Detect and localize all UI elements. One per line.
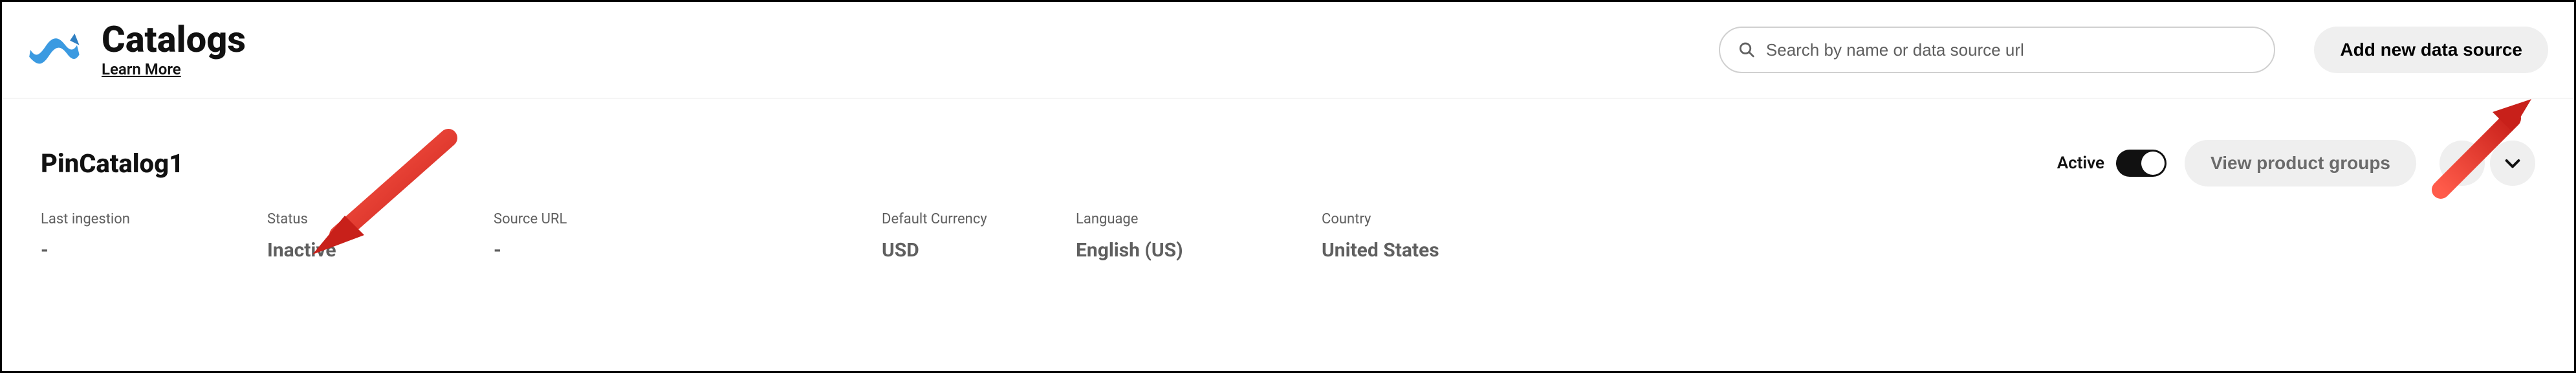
catalog-card: PinCatalog1 Active View product groups L… bbox=[25, 118, 2551, 281]
learn-more-link[interactable]: Learn More bbox=[102, 60, 246, 78]
field-label: Default Currency bbox=[882, 211, 1076, 227]
add-data-source-button[interactable]: Add new data source bbox=[2314, 27, 2548, 73]
search-input[interactable] bbox=[1766, 40, 2256, 60]
active-toggle-block: Active bbox=[2057, 150, 2167, 177]
pencil-icon bbox=[2452, 153, 2472, 174]
search-field[interactable] bbox=[1719, 27, 2275, 73]
active-label: Active bbox=[2057, 153, 2104, 173]
field-default-currency: Default Currency USD bbox=[882, 211, 1076, 262]
search-icon bbox=[1738, 41, 1756, 59]
field-value: United States bbox=[1322, 239, 1580, 262]
field-status: Status Inactive bbox=[267, 211, 494, 262]
chevron-down-icon bbox=[2502, 153, 2523, 174]
field-label: Status bbox=[267, 211, 494, 227]
field-label: Last ingestion bbox=[41, 211, 267, 227]
wave-logo-icon bbox=[25, 21, 83, 79]
app-logo bbox=[21, 17, 86, 82]
field-label: Language bbox=[1076, 211, 1322, 227]
title-block: Catalogs Learn More bbox=[102, 21, 246, 78]
active-toggle[interactable] bbox=[2116, 150, 2167, 177]
field-label: Source URL bbox=[494, 211, 882, 227]
field-value: Inactive bbox=[267, 239, 494, 262]
field-country: Country United States bbox=[1322, 211, 1580, 262]
expand-button[interactable] bbox=[2490, 141, 2535, 186]
field-label: Country bbox=[1322, 211, 1580, 227]
catalog-name: PinCatalog1 bbox=[41, 148, 184, 179]
edit-button[interactable] bbox=[2440, 141, 2485, 186]
field-language: Language English (US) bbox=[1076, 211, 1322, 262]
field-last-ingestion: Last ingestion - bbox=[41, 211, 267, 262]
field-value: English (US) bbox=[1076, 239, 1322, 262]
field-value: USD bbox=[882, 239, 1076, 262]
page-header: Catalogs Learn More Add new data source bbox=[2, 2, 2574, 98]
catalog-card-header: PinCatalog1 Active View product groups bbox=[41, 118, 2535, 201]
catalog-fields: Last ingestion - Status Inactive Source … bbox=[41, 201, 2535, 262]
view-product-groups-button[interactable]: View product groups bbox=[2185, 140, 2416, 186]
toggle-knob bbox=[2141, 152, 2165, 175]
field-source-url: Source URL - bbox=[494, 211, 882, 262]
field-value: - bbox=[494, 239, 882, 262]
field-value: - bbox=[41, 239, 267, 262]
page-title: Catalogs bbox=[102, 21, 246, 58]
